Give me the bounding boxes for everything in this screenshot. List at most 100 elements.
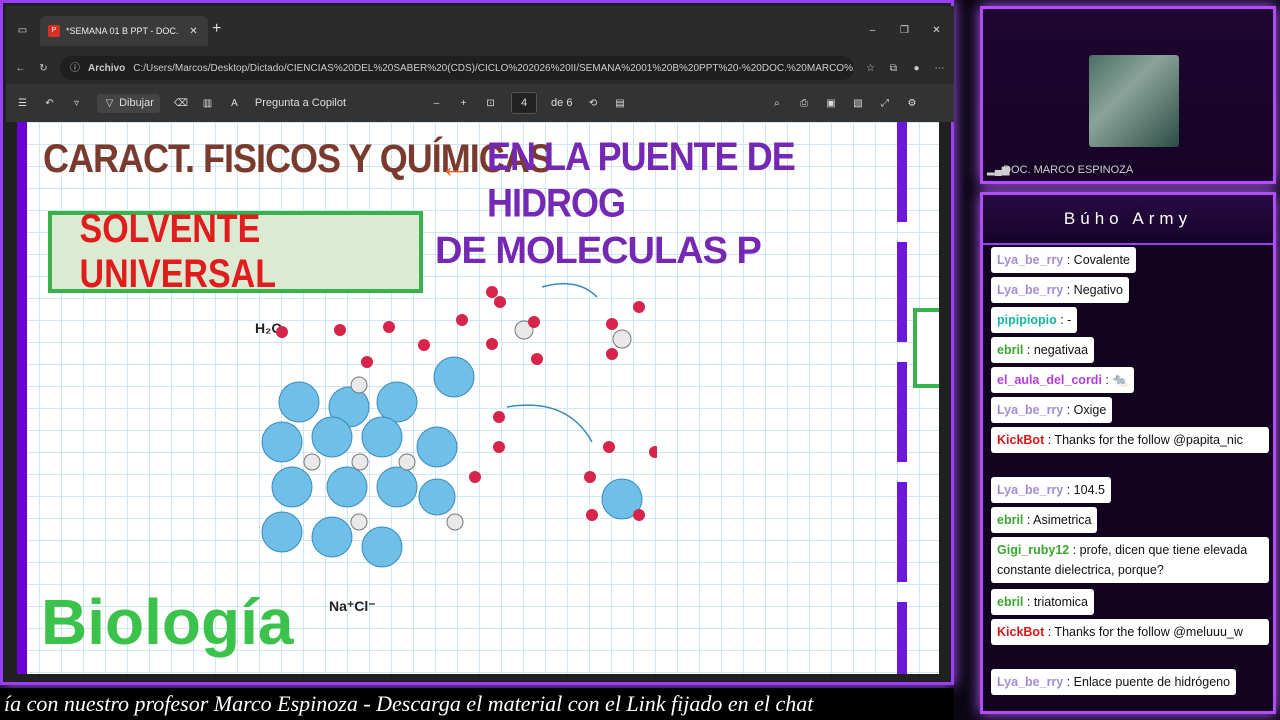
pdf-page: CARACT. FISICOS Y QUÍMICAS ← EN LA PUENT…	[17, 122, 939, 674]
webcam-feed	[1089, 55, 1179, 147]
refresh-icon[interactable]: ↻	[37, 62, 50, 75]
slide-left-bar	[17, 122, 27, 674]
search-icon[interactable]: ⌕	[770, 97, 783, 110]
new-tab-button[interactable]: +	[212, 20, 221, 38]
page-number-input[interactable]: 4	[511, 92, 538, 114]
profile-icon[interactable]: ●	[910, 62, 923, 75]
fullscreen-icon[interactable]: ⤢	[878, 97, 891, 110]
footer-biologia: Biología	[41, 586, 294, 658]
chat-text: : Covalente	[1063, 253, 1130, 267]
browser-window: ▭ P *SEMANA 01 B PPT - DOC. MARC ✕ + – ❐…	[0, 0, 954, 685]
save-as-icon[interactable]: ▧	[851, 97, 864, 110]
chat-text: : -	[1056, 313, 1072, 327]
chat-username[interactable]: el_aula_del_cordi	[997, 373, 1102, 387]
fit-icon[interactable]: ⊡	[484, 97, 497, 110]
zoom-out-icon[interactable]: –	[430, 97, 443, 110]
print-icon[interactable]: ⎙	[797, 97, 810, 110]
extensions-icon[interactable]: ⧉	[887, 62, 900, 75]
two-page-icon[interactable]: ▤	[613, 97, 626, 110]
chat-username[interactable]: Lya_be_rry	[997, 283, 1063, 297]
pdf-toolbar: ☰ ↶ ▿ ▽ Dibujar ⌫ ▥ A Pregunta a Copilot…	[6, 84, 954, 122]
star-icon[interactable]: ☆	[864, 62, 877, 75]
url-field[interactable]: ⓘ Archivo C:/Users/Marcos/Desktop/Dictad…	[60, 56, 854, 80]
chat-username[interactable]: ebril	[997, 343, 1023, 357]
chat-username[interactable]: pipipiopio	[997, 313, 1057, 327]
settings-icon[interactable]: ⚙	[905, 97, 918, 110]
tab-title: *SEMANA 01 B PPT - DOC. MARC	[66, 26, 181, 36]
back-icon[interactable]: ←	[14, 62, 27, 75]
handwriting-line1: CARACT. FISICOS Y QUÍMICAS	[43, 135, 553, 181]
chat-username[interactable]: KickBot	[997, 433, 1044, 447]
copilot-button[interactable]: Pregunta a Copilot	[255, 97, 346, 109]
chat-text: : negativaa	[1023, 343, 1089, 357]
minimize-icon[interactable]: –	[866, 24, 879, 37]
chat-text: : Oxige	[1063, 403, 1107, 417]
sidebar-toggle-icon[interactable]: ▭	[16, 24, 29, 37]
chat-message: Lya_be_rry : Oxige	[991, 397, 1113, 423]
chat-message: Lya_be_rry : Covalente	[991, 247, 1136, 273]
nacl-diagram	[261, 282, 657, 568]
url-text: C:/Users/Marcos/Desktop/Dictado/CIENCIAS…	[133, 62, 854, 74]
chat-text: : 104.5	[1063, 483, 1105, 497]
title-bar: ▭ P *SEMANA 01 B PPT - DOC. MARC ✕ + – ❐…	[6, 6, 954, 52]
close-window-icon[interactable]: ✕	[930, 24, 943, 37]
chat-username[interactable]: ebril	[997, 513, 1023, 527]
chat-message: KickBot : Thanks for the follow @meluuu_…	[991, 619, 1269, 645]
chat-message: ebril : Asimetrica	[991, 507, 1098, 533]
chat-username[interactable]: Lya_be_rry	[997, 403, 1063, 417]
eraser-icon[interactable]: ⌫	[174, 97, 188, 110]
chat-title: Búho Army	[983, 195, 1273, 245]
chat-text: : 🐀	[1101, 373, 1128, 387]
orange-arrow-icon: ←	[439, 148, 471, 184]
chat-panel: Búho Army Lya_be_rry : Covalente Lya_be_r…	[980, 192, 1276, 714]
chat-username[interactable]: Lya_be_rry	[997, 253, 1063, 267]
chat-username[interactable]: Lya_be_rry	[997, 675, 1063, 689]
menu-icon[interactable]: ⋯	[933, 62, 946, 75]
tab-pdf[interactable]: P *SEMANA 01 B PPT - DOC. MARC ✕	[40, 16, 208, 46]
chat-username[interactable]: Gigi_ruby12	[997, 543, 1069, 557]
layout-icon[interactable]: ▥	[201, 97, 214, 110]
chat-text: : Asimetrica	[1023, 513, 1092, 527]
chat-text: : Thanks for the follow @meluuu_w	[1044, 625, 1243, 639]
chat-text: : Thanks for the follow @papita_nic	[1044, 433, 1243, 447]
filter-icon[interactable]: ▿	[70, 97, 83, 110]
chat-username[interactable]: KickBot	[997, 625, 1044, 639]
zoom-in-icon[interactable]: +	[457, 97, 470, 110]
green-box-edge	[913, 308, 939, 388]
read-aloud-icon[interactable]: A	[228, 97, 241, 110]
draw-label: Dibujar	[119, 96, 154, 109]
chat-text: : triatomica	[1023, 595, 1089, 609]
pen-icon: ▽	[105, 97, 114, 109]
webcam-panel: ▂▄▆ DOC. MARCO ESPINOZA	[980, 6, 1276, 184]
chat-message: Lya_be_rry : Negativo	[991, 277, 1130, 303]
webcam-label: ▂▄▆ DOC. MARCO ESPINOZA	[987, 164, 1133, 177]
draw-button[interactable]: ▽ Dibujar	[97, 93, 160, 113]
chat-text: : Enlace puente de hidrógeno	[1063, 675, 1231, 689]
save-icon[interactable]: ▣	[824, 97, 837, 110]
chat-username[interactable]: ebril	[997, 595, 1023, 609]
contents-icon[interactable]: ☰	[16, 97, 29, 110]
chat-message: el_aula_del_cordi : 🐀	[991, 367, 1134, 393]
chat-message: KickBot : Thanks for the follow @papita_…	[991, 427, 1269, 453]
chat-text: : Negativo	[1063, 283, 1124, 297]
pdf-icon: P	[48, 25, 60, 37]
chat-message: ebril : triatomica	[991, 589, 1095, 615]
chat-username[interactable]: Lya_be_rry	[997, 483, 1063, 497]
rotate-icon[interactable]: ⟲	[586, 97, 599, 110]
close-tab-icon[interactable]: ✕	[187, 25, 200, 38]
info-icon: ⓘ	[70, 62, 80, 74]
page-total: de 6	[551, 97, 573, 109]
chat-message: ebril : negativaa	[991, 337, 1095, 363]
chat-message: pipipiopio : -	[991, 307, 1078, 333]
webcam-name: DOC. MARCO ESPINOZA	[1003, 164, 1134, 176]
address-bar: ← ↻ ⓘ Archivo C:/Users/Marcos/Desktop/Di…	[6, 52, 954, 84]
ticker-bar: ía con nuestro profesor Marco Espinoza -…	[0, 688, 954, 720]
undo-icon[interactable]: ↶	[43, 97, 56, 110]
chat-message: Gigi_ruby12 : profe, dicen que tiene ele…	[991, 537, 1269, 583]
chat-message: Lya_be_rry : Enlace puente de hidrógeno	[991, 669, 1237, 695]
signal-icon: ▂▄▆	[987, 165, 1010, 176]
url-scheme: Archivo	[88, 62, 126, 74]
chat-message: Lya_be_rry : 104.5	[991, 477, 1111, 503]
maximize-icon[interactable]: ❐	[898, 24, 911, 37]
handwriting-line1-right: EN LA PUENTE DE HIDROG	[487, 133, 796, 226]
